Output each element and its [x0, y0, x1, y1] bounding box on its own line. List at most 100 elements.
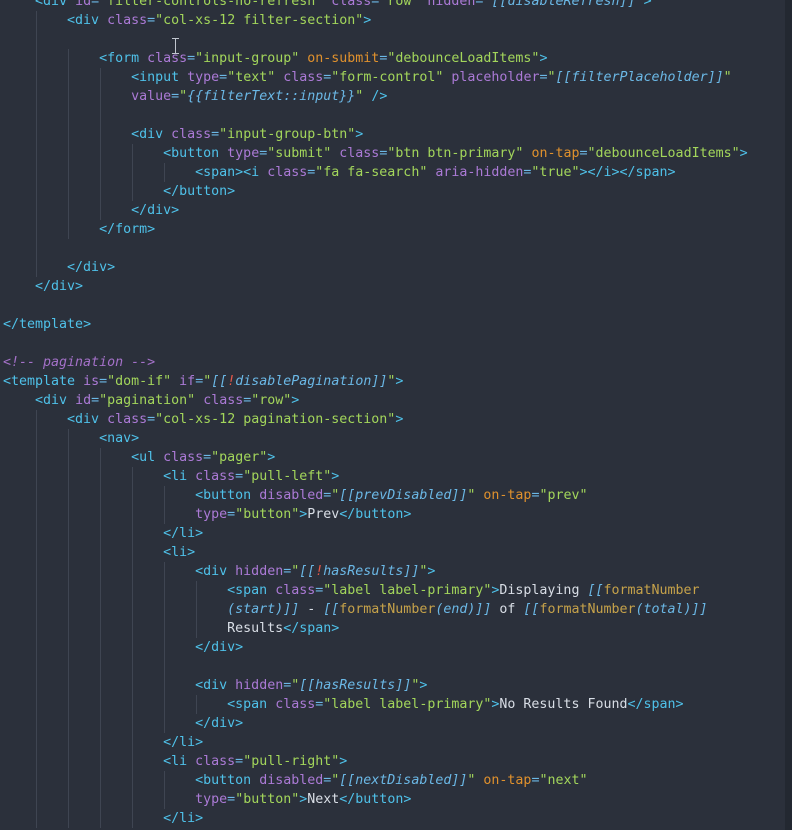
code-token: on-tap — [483, 773, 532, 788]
code-token: value — [131, 89, 172, 104]
code-token: Displaying — [499, 583, 588, 598]
code-token: <span><i — [3, 165, 260, 180]
code-token: class — [107, 13, 148, 28]
code-line: <template is="dom-if" if="[[!disablePagi… — [3, 372, 403, 391]
code-line: <button disabled="[[nextDisabled]]" on-t… — [3, 771, 587, 790]
code-token: = — [187, 51, 196, 66]
code-token: "true" — [531, 165, 580, 180]
code-token: = — [91, 393, 100, 408]
code-line: type="button">Next</button> — [3, 790, 411, 809]
code-token: [[filterPlaceholder]] — [555, 70, 724, 85]
code-line: <div class="col-xs-12 pagination-section… — [3, 410, 403, 429]
code-token: hasResults]] — [323, 564, 420, 579]
code-token: </li> — [3, 735, 204, 750]
code-token: formatNumber — [539, 602, 636, 617]
code-line: type="button">Prev</button> — [3, 505, 411, 524]
code-token: <button — [3, 773, 252, 788]
code-token: </div> — [3, 640, 244, 655]
code-token: "prev" — [539, 488, 588, 503]
code-token: "fa fa-search" — [315, 165, 428, 180]
code-line: </div> — [3, 258, 115, 277]
code-token: = — [99, 374, 108, 389]
code-token: "row" — [379, 0, 420, 9]
code-token: = — [211, 127, 220, 142]
code-line: </template> — [3, 315, 91, 334]
code-token: {{filterText::input}} — [187, 89, 356, 104]
code-token: of — [491, 602, 524, 617]
code-token: > — [331, 469, 340, 484]
code-token: [[nextDisabled]] — [339, 773, 468, 788]
indent-guide — [100, 657, 101, 676]
code-token: </div> — [3, 279, 84, 294]
code-token: > — [427, 564, 436, 579]
code-token: = — [227, 507, 236, 522]
code-token: "row" — [251, 393, 292, 408]
code-line: <button disabled="[[prevDisabled]]" on-t… — [3, 486, 588, 505]
code-line: <ul class="pager"> — [3, 448, 275, 467]
code-token: > — [339, 754, 348, 769]
code-line: </div> — [3, 201, 179, 220]
code-token: </li> — [3, 526, 204, 541]
code-token: disabled — [259, 488, 324, 503]
code-token: </span> — [627, 697, 684, 712]
code-token: [[ — [587, 583, 604, 598]
indent-guide — [68, 106, 69, 125]
code-line: <li> — [3, 543, 195, 562]
code-token: [[ — [523, 602, 540, 617]
scrollbar-track[interactable] — [785, 0, 792, 830]
code-token: on-tap — [483, 488, 532, 503]
code-token: [[prevDisabled]] — [339, 488, 468, 503]
code-token: [[disableRefresh]] — [491, 0, 636, 9]
code-line: <nav> — [3, 429, 139, 448]
code-token: <span — [3, 583, 268, 598]
code-token: </template — [3, 317, 84, 332]
code-line: Results</span> — [3, 619, 339, 638]
code-line: <span><i class="fa fa-search" aria-hidde… — [3, 163, 675, 182]
code-token: > — [83, 317, 92, 332]
code-token: "button" — [235, 792, 300, 807]
code-token: formatNumber — [339, 602, 436, 617]
code-token: type — [187, 70, 220, 85]
code-token: <button — [3, 488, 252, 503]
code-token: "col-xs-12 filter-section" — [155, 13, 364, 28]
code-token: <button — [3, 146, 220, 161]
code-line: value="{{filterText::input}}" /> — [3, 87, 387, 106]
code-token: " — [723, 70, 732, 85]
code-token: "pager" — [211, 450, 268, 465]
code-token: <span — [3, 697, 268, 712]
code-line: </li> — [3, 524, 203, 543]
code-token: "input-group" — [195, 51, 300, 66]
code-token: = — [171, 89, 180, 104]
code-line: <li class="pull-right"> — [3, 752, 347, 771]
code-token: > — [267, 450, 276, 465]
code-token: <div — [3, 412, 100, 427]
code-token: "button" — [235, 507, 300, 522]
code-line: <div hidden="[[hasResults]]"> — [3, 676, 427, 695]
code-token: class — [163, 450, 204, 465]
code-token: </button> — [339, 792, 412, 807]
code-token: class — [171, 127, 212, 142]
code-editor[interactable]: <div id="filter-controls-no-refresh" cla… — [0, 0, 792, 830]
code-token: = — [227, 792, 236, 807]
code-token: class — [331, 0, 372, 9]
code-token: - — [299, 602, 324, 617]
code-token: = — [147, 13, 156, 28]
code-token: <li — [3, 469, 188, 484]
code-token: > — [291, 393, 300, 408]
code-line: </li> — [3, 809, 203, 828]
code-line: <div id="pagination" class="row"> — [3, 391, 299, 410]
